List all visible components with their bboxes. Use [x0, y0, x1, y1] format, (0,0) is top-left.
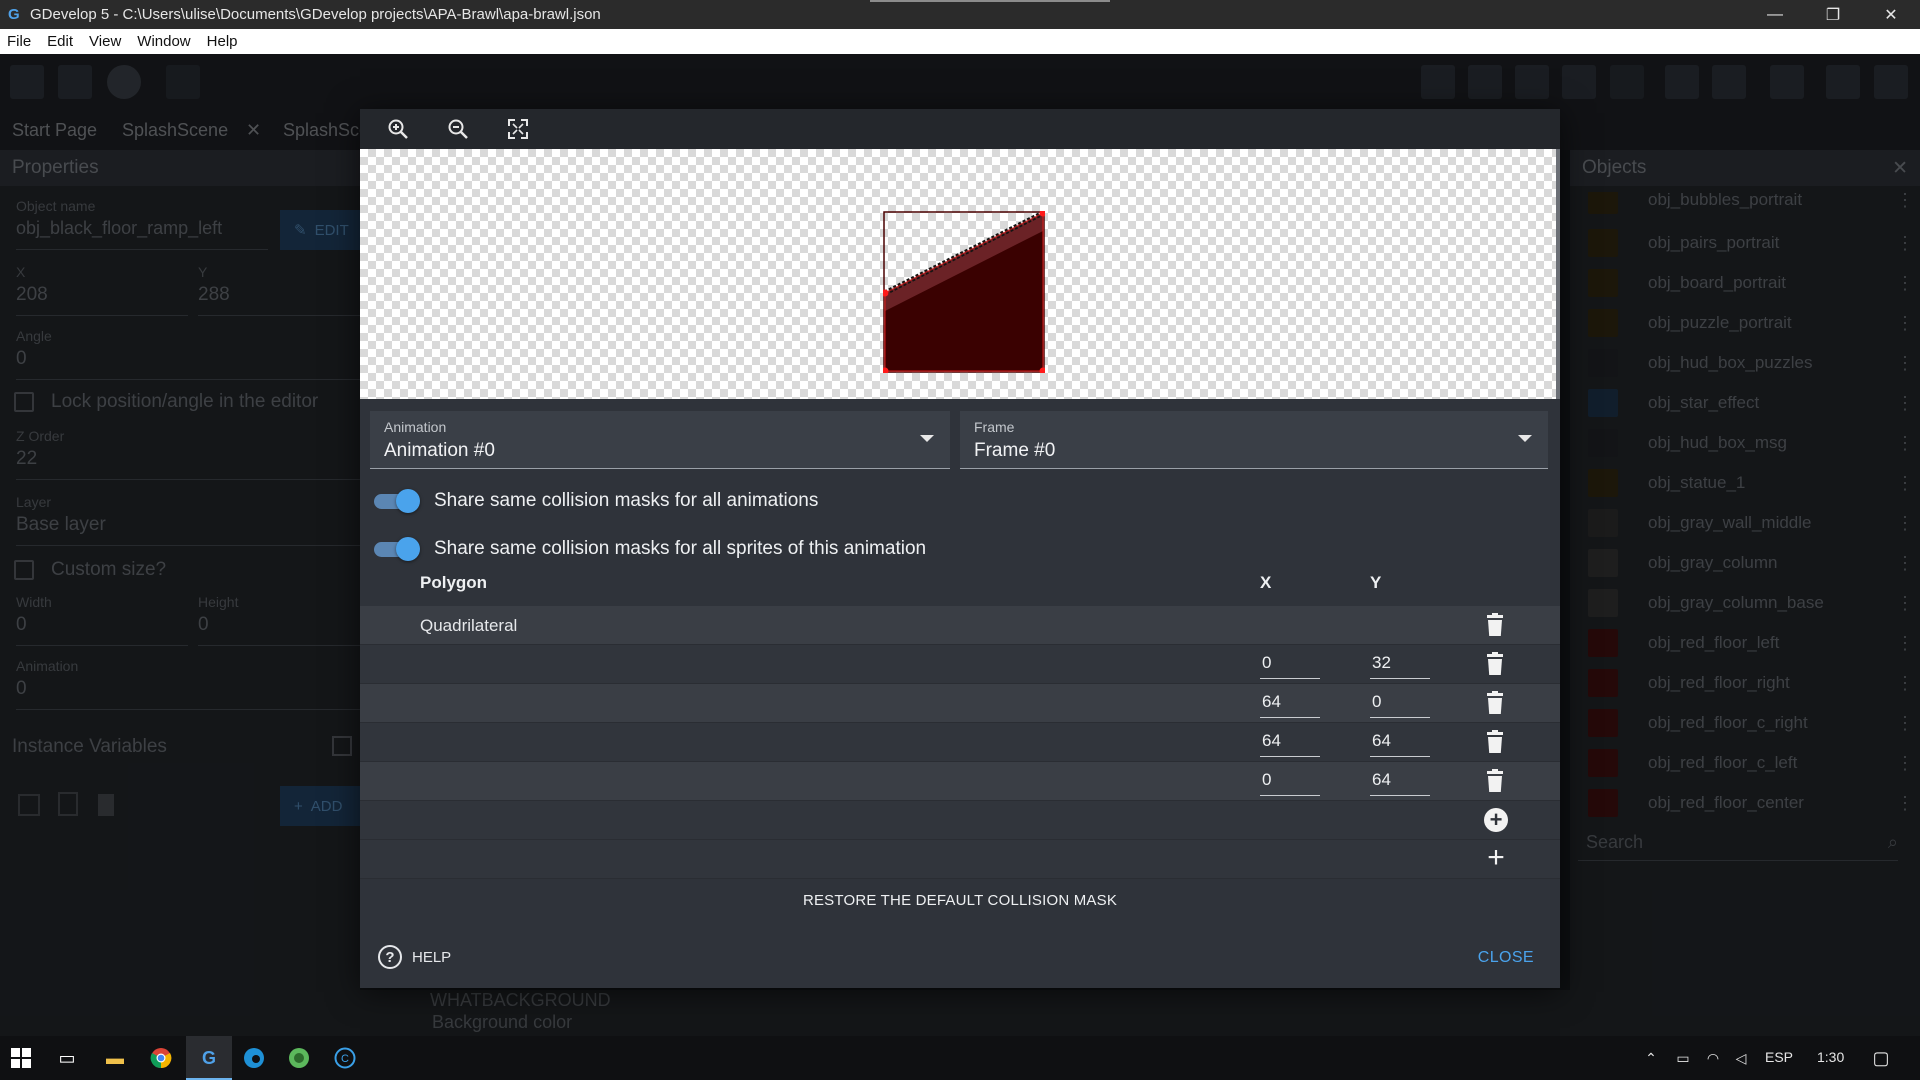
maximize-button[interactable]: ❐ — [1804, 0, 1862, 29]
restore-default-mask-button[interactable]: RESTORE THE DEFAULT COLLISION MASK — [360, 880, 1560, 920]
file-explorer-icon[interactable]: ▬ — [104, 1047, 126, 1069]
vertex-x-input[interactable]: 64 — [1260, 692, 1320, 718]
title-drag-indicator — [870, 0, 1110, 2]
menu-view[interactable]: View — [89, 33, 121, 50]
animation-select-label: Animation — [384, 419, 447, 435]
dialog-toolbar — [360, 109, 1560, 149]
menu-window[interactable]: Window — [137, 33, 190, 50]
window-title: GDevelop 5 - C:\Users\ulise\Documents\GD… — [30, 6, 601, 23]
windows-taskbar: ▭ ▬ G C ⌃ ▭ ◠ ◁ ESP 1:30 ▢ — [0, 1036, 1920, 1080]
gdevelop-taskbar-icon[interactable]: G — [198, 1047, 220, 1069]
language-indicator[interactable]: ESP — [1765, 1049, 1793, 1065]
zoom-out-icon[interactable] — [444, 115, 472, 143]
delete-vertex-icon[interactable] — [1484, 769, 1506, 793]
menu-bar: File Edit View Window Help — [0, 29, 1920, 54]
help-circle-icon: ? — [378, 945, 402, 969]
chevron-up-icon[interactable]: ⌃ — [1640, 1047, 1662, 1069]
fit-screen-icon[interactable] — [504, 115, 532, 143]
wifi-icon[interactable]: ◠ — [1702, 1047, 1724, 1069]
menu-edit[interactable]: Edit — [47, 33, 73, 50]
game-launcher-icon[interactable] — [288, 1047, 310, 1069]
polygon-row[interactable]: Quadrilateral — [360, 606, 1560, 645]
chevron-down-icon — [920, 435, 934, 442]
vertex-row: 64 64 — [360, 723, 1560, 762]
delete-vertex-icon[interactable] — [1484, 691, 1506, 715]
canvas-scrollbar[interactable] — [1556, 149, 1560, 399]
share-all-sprites-row: Share same collision masks for all sprit… — [372, 534, 926, 564]
chevron-down-icon — [1518, 435, 1532, 442]
help-button[interactable]: ? HELP — [378, 942, 451, 972]
vertex-row: 64 0 — [360, 684, 1560, 723]
gdevelop-app-icon: G — [8, 5, 20, 23]
help-label: HELP — [412, 948, 452, 966]
minimize-button[interactable]: — — [1746, 0, 1804, 29]
add-vertex-row: + — [360, 801, 1560, 840]
edge-icon[interactable] — [243, 1047, 265, 1069]
frame-select-label: Frame — [974, 419, 1015, 435]
polygon-name: Quadrilateral — [420, 616, 518, 635]
frame-select-value: Frame #0 — [974, 440, 1056, 461]
share-all-sprites-toggle[interactable] — [372, 537, 420, 561]
vertex-y-input[interactable]: 64 — [1370, 770, 1430, 796]
add-vertex-icon[interactable]: + — [1484, 808, 1508, 832]
sprite-preview-canvas[interactable] — [360, 149, 1556, 399]
task-view-icon[interactable]: ▭ — [56, 1047, 78, 1069]
battery-icon[interactable]: ▭ — [1672, 1047, 1694, 1069]
close-dialog-button[interactable]: CLOSE — [1478, 949, 1534, 967]
vertex-y-input[interactable]: 64 — [1370, 731, 1430, 757]
windows-start-icon[interactable] — [10, 1047, 32, 1069]
sprite-collision-preview — [883, 211, 1045, 373]
share-all-animations-row: Share same collision masks for all anima… — [372, 486, 818, 516]
animation-select[interactable]: Animation Animation #0 — [370, 411, 950, 469]
clock[interactable]: 1:30 — [1817, 1049, 1844, 1065]
column-polygon: Polygon — [420, 573, 488, 592]
zoom-in-icon[interactable] — [384, 115, 412, 143]
collision-mask-dialog: Animation Animation #0 Frame Frame #0 Sh… — [360, 109, 1560, 988]
polygon-table-header: Polygon X Y — [360, 569, 1560, 599]
add-polygon-row: + — [360, 840, 1560, 879]
vertex-y-input[interactable]: 32 — [1370, 653, 1430, 679]
close-window-button[interactable]: ✕ — [1862, 0, 1920, 29]
column-y: Y — [1370, 573, 1382, 592]
vertex-y-input[interactable]: 0 — [1370, 692, 1430, 718]
menu-help[interactable]: Help — [207, 33, 238, 50]
share-all-animations-toggle[interactable] — [372, 489, 420, 513]
svg-text:C: C — [341, 1053, 349, 1065]
toggle-knob — [396, 537, 420, 561]
toggle-knob — [396, 489, 420, 513]
add-polygon-icon[interactable]: + — [1484, 841, 1508, 874]
delete-vertex-icon[interactable] — [1484, 730, 1506, 754]
vertex-x-input[interactable]: 64 — [1260, 731, 1320, 757]
share-all-sprites-label: Share same collision masks for all sprit… — [434, 538, 927, 559]
delete-polygon-icon[interactable] — [1484, 613, 1506, 637]
share-all-animations-label: Share same collision masks for all anima… — [434, 490, 819, 511]
volume-icon[interactable]: ◁ — [1730, 1047, 1752, 1069]
copilot-app-icon[interactable]: C — [334, 1047, 356, 1069]
animation-select-value: Animation #0 — [384, 440, 495, 461]
notifications-icon[interactable]: ▢ — [1870, 1047, 1892, 1069]
frame-select[interactable]: Frame Frame #0 — [960, 411, 1548, 469]
column-x: X — [1260, 573, 1272, 592]
chrome-icon[interactable] — [150, 1047, 172, 1069]
window-titlebar: G GDevelop 5 - C:\Users\ulise\Documents\… — [0, 0, 1920, 29]
menu-file[interactable]: File — [7, 33, 31, 50]
vertex-row: 0 32 — [360, 645, 1560, 684]
vertex-x-input[interactable]: 0 — [1260, 653, 1320, 679]
vertex-x-input[interactable]: 0 — [1260, 770, 1320, 796]
delete-vertex-icon[interactable] — [1484, 652, 1506, 676]
vertex-row: 0 64 — [360, 762, 1560, 801]
